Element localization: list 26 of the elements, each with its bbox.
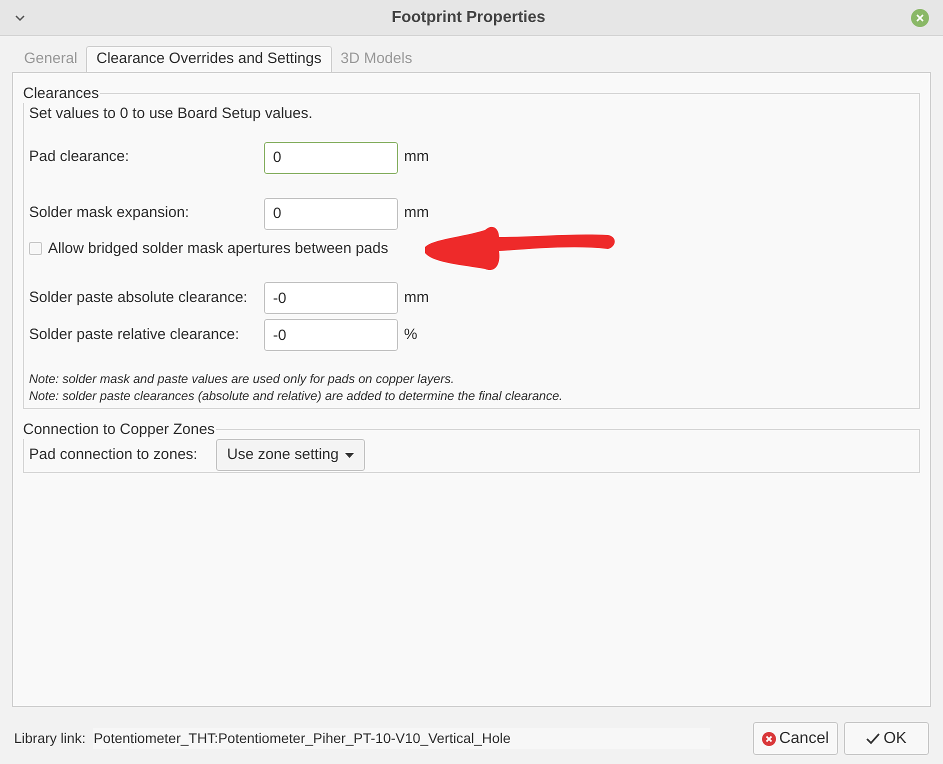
window-title: Footprint Properties — [390, 8, 546, 28]
note-text: Note: solder paste clearances (absolute and relative) are added to determine the final clearance. — [29, 388, 564, 405]
unit-label: mm — [404, 147, 429, 168]
unit-label: mm — [404, 288, 429, 308]
library-link-label: Library link: — [14, 729, 86, 748]
intro-text: Set values to 0 to use Board Setup values. — [29, 104, 314, 124]
field-label: Solder paste absolute clearance: — [29, 288, 248, 308]
input-field[interactable]: 0 — [264, 142, 398, 174]
input-field[interactable]: -0 — [264, 319, 398, 351]
note-text: Note: solder mask and paste values are used only for pads on copper layers. — [29, 371, 456, 388]
field-label: Pad clearance: — [29, 147, 130, 168]
ok-button[interactable]: OK — [844, 722, 929, 755]
unit-label: mm — [404, 203, 429, 224]
input-field[interactable]: 0 — [264, 198, 398, 230]
group-title: Connection to Copper Zones — [23, 421, 216, 439]
library-link-value: Potentiometer_THT:Potentiometer_Piher_PT-10-V10_Vertical_Hole — [92, 728, 710, 749]
cancel-button[interactable]: Cancel — [753, 722, 838, 755]
field-label: Pad connection to zones: — [29, 444, 198, 465]
unit-label: % — [404, 324, 418, 345]
checkbox-label: Allow bridged solder mask apertures between pads — [48, 238, 388, 258]
field-label: Solder mask expansion: — [29, 203, 190, 224]
dropdown[interactable]: Use zone setting — [216, 439, 365, 471]
tab[interactable]: Clearance Overrides and Settings — [86, 46, 332, 72]
field-label: Solder paste relative clearance: — [29, 324, 240, 345]
group-title: Clearances — [23, 85, 100, 103]
input-field[interactable]: -0 — [264, 282, 398, 314]
